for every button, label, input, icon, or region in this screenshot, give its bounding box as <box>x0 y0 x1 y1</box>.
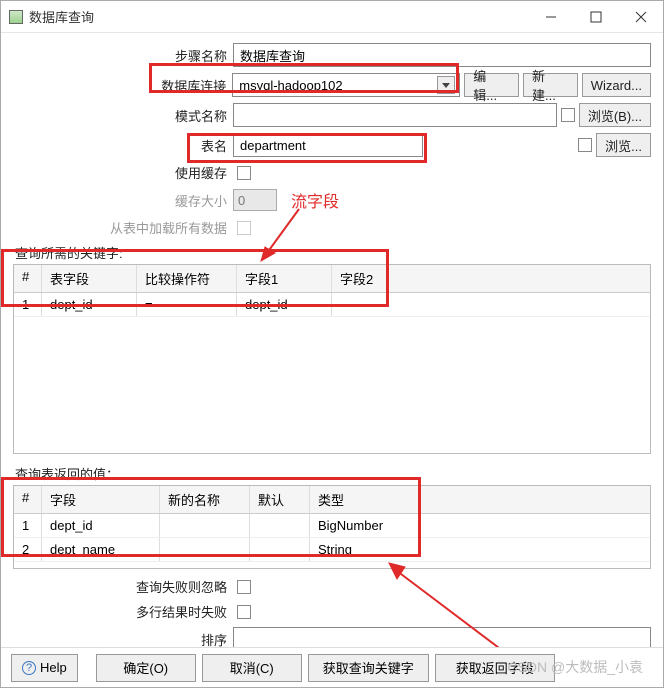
table-row[interactable]: 1 dept_id = dept_id <box>14 293 650 317</box>
col-field2: 字段2 <box>332 265 392 292</box>
content-area: 步骤名称 数据库连接 msyql-hadoop102 编辑... 新建... W… <box>1 33 663 647</box>
chevron-down-icon <box>437 76 455 94</box>
cell-field[interactable]: dept_name <box>42 538 160 561</box>
button-bar: ? Help 确定(O) 取消(C) 获取查询关键字 获取返回字段 CSDN @… <box>1 647 663 687</box>
col-default: 默认 <box>250 486 310 513</box>
col-idx: # <box>14 486 42 513</box>
label-cache-size: 缓存大小 <box>13 191 233 210</box>
table-input[interactable] <box>233 133 423 157</box>
ok-button[interactable]: 确定(O) <box>96 654 196 682</box>
get-fields-button[interactable]: 获取返回字段 <box>435 654 555 682</box>
table-row[interactable]: 2 dept_name String <box>14 538 650 562</box>
cell-newname[interactable] <box>160 514 250 537</box>
col-idx: # <box>14 265 42 292</box>
col-comparator: 比较操作符 <box>137 265 237 292</box>
load-all-checkbox[interactable] <box>237 221 251 235</box>
help-button[interactable]: ? Help <box>11 654 78 682</box>
cell-field2[interactable] <box>332 293 392 316</box>
return-section-label: 查询表返回的值： <box>15 464 651 483</box>
col-type: 类型 <box>310 486 420 513</box>
cell-field1[interactable]: dept_id <box>237 293 332 316</box>
annotation-stream-field: 流字段 <box>291 188 339 212</box>
cell-idx: 1 <box>14 293 42 316</box>
titlebar: 数据库查询 <box>1 1 663 33</box>
return-grid[interactable]: # 字段 新的名称 默认 类型 1 dept_id BigNumber 2 de… <box>13 485 651 569</box>
browse-table-button[interactable]: 浏览... <box>596 133 651 157</box>
browse-schema-button[interactable]: 浏览(B)... <box>579 103 651 127</box>
label-table: 表名 <box>13 136 233 155</box>
label-schema: 模式名称 <box>13 106 233 125</box>
cell-default[interactable] <box>250 538 310 561</box>
minimize-button[interactable] <box>528 2 573 32</box>
variable-icon[interactable] <box>561 108 575 122</box>
cache-size-input[interactable]: 0 <box>233 189 277 211</box>
help-icon: ? <box>22 661 36 675</box>
keys-grid[interactable]: # 表字段 比较操作符 字段1 字段2 1 dept_id = dept_id <box>13 264 651 454</box>
col-field1: 字段1 <box>237 265 332 292</box>
label-step-name: 步骤名称 <box>13 46 233 65</box>
keys-section-label: 查询所需的关键字: <box>15 243 651 262</box>
get-keys-button[interactable]: 获取查询关键字 <box>308 654 429 682</box>
help-label: Help <box>40 660 67 675</box>
cell-field[interactable]: dept_id <box>42 514 160 537</box>
db-connection-select[interactable]: msyql-hadoop102 <box>232 73 460 97</box>
variable-icon[interactable] <box>578 138 592 152</box>
cell-default[interactable] <box>250 514 310 537</box>
cell-type[interactable]: String <box>310 538 420 561</box>
label-use-cache: 使用缓存 <box>13 163 233 182</box>
schema-input[interactable] <box>233 103 557 127</box>
fail-ignore-checkbox[interactable] <box>237 580 251 594</box>
wizard-button[interactable]: Wizard... <box>582 73 651 97</box>
cell-type[interactable]: BigNumber <box>310 514 420 537</box>
label-multi-fail: 多行结果时失败 <box>13 602 233 621</box>
label-sort: 排序 <box>13 630 233 648</box>
label-load-all: 从表中加载所有数据 <box>13 218 233 237</box>
label-fail-ignore: 查询失败则忽略 <box>13 577 233 596</box>
close-button[interactable] <box>618 2 663 32</box>
step-name-input[interactable] <box>233 43 651 67</box>
sort-input[interactable] <box>233 627 651 647</box>
use-cache-checkbox[interactable] <box>237 166 251 180</box>
db-conn-value: msyql-hadoop102 <box>239 78 437 93</box>
col-field: 字段 <box>42 486 160 513</box>
edit-button[interactable]: 编辑... <box>464 73 519 97</box>
cell-newname[interactable] <box>160 538 250 561</box>
window-title: 数据库查询 <box>29 7 528 26</box>
cell-idx: 1 <box>14 514 42 537</box>
cell-table-field[interactable]: dept_id <box>42 293 137 316</box>
cell-idx: 2 <box>14 538 42 561</box>
multi-fail-checkbox[interactable] <box>237 605 251 619</box>
cell-comparator[interactable]: = <box>137 293 237 316</box>
maximize-button[interactable] <box>573 2 618 32</box>
label-db-conn: 数据库连接 <box>13 76 232 95</box>
new-button[interactable]: 新建... <box>523 73 578 97</box>
col-table-field: 表字段 <box>42 265 137 292</box>
return-grid-header: # 字段 新的名称 默认 类型 <box>14 486 650 514</box>
cancel-button[interactable]: 取消(C) <box>202 654 302 682</box>
keys-grid-header: # 表字段 比较操作符 字段1 字段2 <box>14 265 650 293</box>
table-row[interactable]: 1 dept_id BigNumber <box>14 514 650 538</box>
app-icon <box>9 10 23 24</box>
dialog-window: 数据库查询 步骤名称 数据库连接 msyql-hadoop102 编辑... 新… <box>0 0 664 688</box>
col-newname: 新的名称 <box>160 486 250 513</box>
